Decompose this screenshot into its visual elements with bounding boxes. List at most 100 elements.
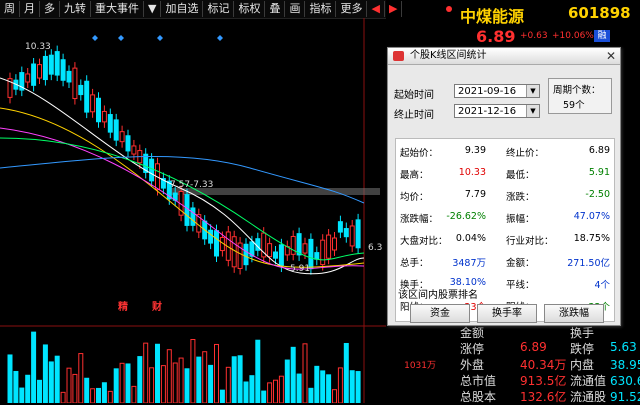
volume-bar <box>119 362 125 403</box>
stat-label: 行业对比： <box>506 236 554 247</box>
stat-value: 271.50亿 <box>567 258 610 269</box>
mid-price-label: 7.57-7.33 <box>170 180 214 190</box>
toolbar-item-13[interactable]: ◀ <box>367 1 385 17</box>
kline-chart-svg[interactable] <box>0 18 386 403</box>
start-time-value: 2021-09-16 <box>458 86 517 97</box>
toolbar-item-10[interactable]: 画 <box>285 1 306 17</box>
ranking-section-label: 该区间内股票排名 <box>398 290 478 301</box>
stat-label: 平线： <box>506 280 535 291</box>
stock-code: 601898 <box>568 4 631 22</box>
candle-body <box>31 63 37 86</box>
stats-row: 大盘对比： 0.04% 行业对比： 18.75% <box>396 233 614 247</box>
volume-bar <box>284 359 290 403</box>
dialog-titlebar[interactable]: 个股K线区间统计 ✕ <box>388 48 620 65</box>
toolbar-item-5[interactable]: ▼ <box>144 1 162 17</box>
candle-body <box>113 119 119 141</box>
quote-row: 外盘 40.34万内盘 38.95万 <box>460 356 640 372</box>
stat-label: 涨跌幅： <box>400 214 439 225</box>
toolbar-item-11[interactable]: 指标 <box>305 1 337 17</box>
quote-row: 总股本 132.6亿流通股91.52亿 <box>460 388 640 404</box>
volume-bar <box>155 343 160 403</box>
volume-bar <box>131 385 137 403</box>
volume-bar <box>255 339 261 403</box>
candle-body <box>190 207 196 226</box>
volume-bar <box>320 370 326 403</box>
candle-body <box>208 229 214 244</box>
quote-label: 金额 <box>460 326 485 340</box>
volume-bar <box>196 356 202 403</box>
volume-bar <box>113 368 119 403</box>
candle-body <box>184 194 190 226</box>
end-time-value: 2021-12-16 <box>458 106 517 117</box>
volume-bar <box>66 367 72 403</box>
stat-label: 涨跌： <box>506 192 535 203</box>
turnover-rank-button[interactable]: 换手率 <box>477 304 537 323</box>
volume-bar <box>243 381 249 403</box>
start-time-select[interactable]: 2021-09-16 ▼ <box>454 84 540 98</box>
toolbar-item-4[interactable]: 重大事件 <box>91 1 144 17</box>
toolbar-item-14[interactable]: ▶ <box>385 1 403 17</box>
toolbar-item-0[interactable]: 周 <box>0 1 20 17</box>
chevron-down-icon[interactable]: ▼ <box>526 105 539 117</box>
chart-toolbar: 周月多九转 重大事件 ▼ 加自选 标记 标权叠画指标 更多 ◀ ▶ <box>0 0 403 19</box>
volume-bar <box>143 342 149 403</box>
volume-bar <box>31 331 37 403</box>
candle-body <box>343 228 349 238</box>
toolbar-item-12[interactable]: 更多 <box>336 1 368 17</box>
candle-body <box>302 243 308 254</box>
volume-bar <box>249 375 255 403</box>
event-tag-2[interactable]: 财 <box>152 298 162 313</box>
stat-value: 6.89 <box>588 145 610 156</box>
dialog-title: 个股K线区间统计 <box>410 50 487 61</box>
close-icon[interactable]: ✕ <box>606 48 616 64</box>
stats-row: 最高： 10.33 最低： 5.91 <box>396 167 614 181</box>
volume-bar <box>343 342 349 403</box>
quote-value: 40.34万 <box>520 358 567 372</box>
volume-bar <box>48 361 54 403</box>
chevron-down-icon[interactable]: ▼ <box>526 85 539 97</box>
stat-value: 10.33 <box>458 167 486 178</box>
stat-value: 5.91 <box>588 167 610 178</box>
kline-chart-area[interactable]: 10.33 5.91 7.57-7.33 6.3 精 财 <box>0 18 386 403</box>
candle-body <box>337 221 343 233</box>
fund-rank-button[interactable]: 资金 <box>410 304 470 323</box>
volume-bar <box>273 379 278 403</box>
candle-body <box>107 114 113 133</box>
end-time-label: 终止时间 <box>394 110 434 121</box>
candle-body <box>66 70 72 83</box>
quote-value: 91.52亿 <box>610 390 640 404</box>
high-price-label: 10.33 <box>25 42 51 52</box>
toolbar-item-8[interactable]: 标权 <box>234 1 266 17</box>
toolbar-item-2[interactable]: 多 <box>40 1 60 17</box>
toolbar-item-3[interactable]: 九转 <box>60 1 91 17</box>
event-tag-1[interactable]: 精 <box>118 298 128 313</box>
candle-body <box>243 243 249 266</box>
toolbar-item-6[interactable]: 加自选 <box>161 1 204 17</box>
toolbar-item-1[interactable]: 月 <box>20 1 40 17</box>
volume-bar <box>214 343 219 403</box>
candle-body <box>25 73 31 83</box>
volume-bar <box>96 387 101 403</box>
candle-body <box>101 110 107 123</box>
candle-body <box>84 80 90 113</box>
volume-bar <box>225 366 231 403</box>
candle-body <box>278 244 284 267</box>
candle-body <box>332 237 337 251</box>
volume-scale-label: 1031万 <box>404 361 436 371</box>
toolbar-item-9[interactable]: 叠 <box>265 1 286 17</box>
margin-badge: 融 <box>594 30 610 42</box>
volume-bar <box>231 356 237 403</box>
quote-row: 总市值 913.5亿流通值630.6亿 <box>460 372 640 388</box>
volume-bar <box>25 374 31 403</box>
volume-bar <box>60 391 66 403</box>
volume-bar <box>7 354 13 403</box>
volume-bar <box>13 370 19 403</box>
candle-body <box>60 59 66 81</box>
change-rank-button[interactable]: 涨跌幅 <box>544 304 604 323</box>
end-time-select[interactable]: 2021-12-16 ▼ <box>454 104 540 118</box>
stat-value: 9.39 <box>464 145 486 156</box>
volume-bar <box>314 365 320 403</box>
volume-bar <box>302 343 308 403</box>
quote-label: 外盘 <box>460 358 485 372</box>
toolbar-item-7[interactable]: 标记 <box>203 1 235 17</box>
